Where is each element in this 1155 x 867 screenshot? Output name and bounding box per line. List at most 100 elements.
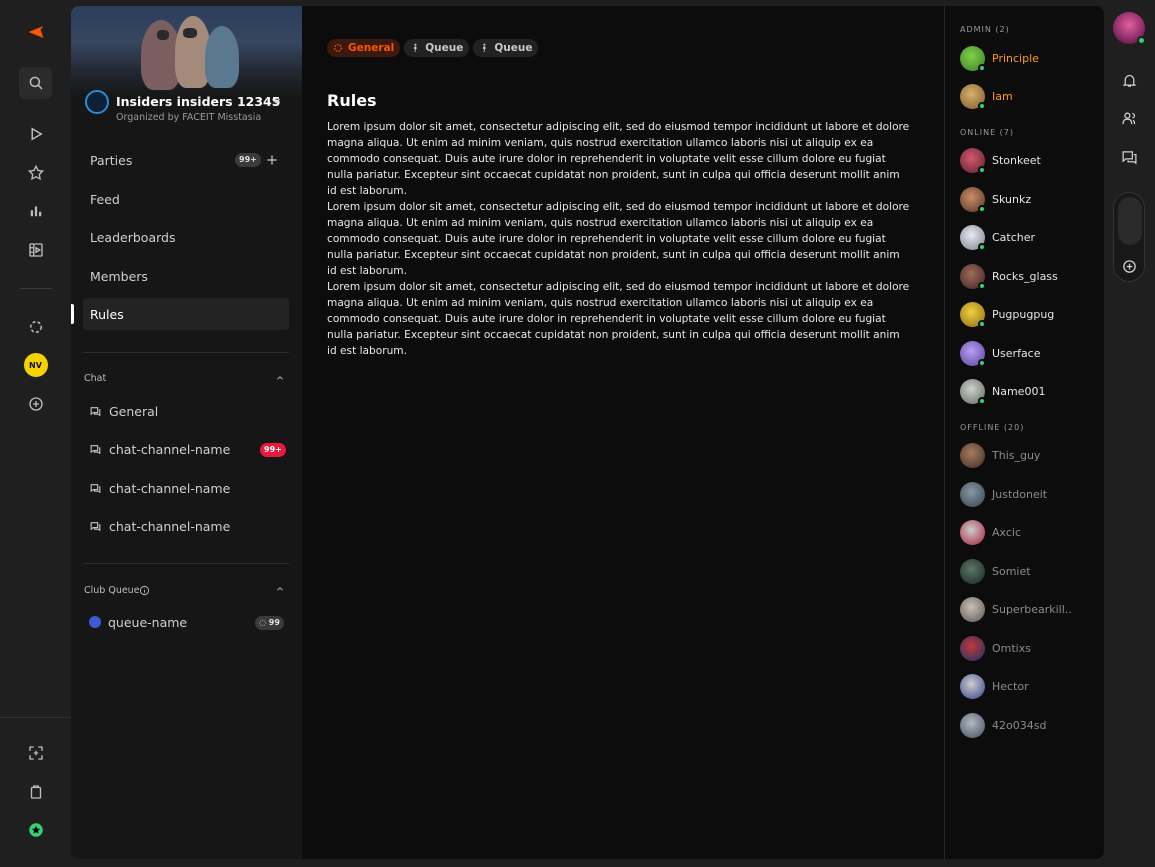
- messages-icon[interactable]: [1119, 147, 1139, 167]
- member-name: Iam: [992, 89, 1013, 103]
- tab-general[interactable]: General: [327, 39, 401, 57]
- search-icon[interactable]: [19, 67, 52, 99]
- member-name: Justdoneit: [992, 487, 1048, 501]
- film-icon[interactable]: [19, 234, 52, 266]
- right-rail: [1104, 0, 1155, 867]
- queue-game-icon: [89, 616, 101, 628]
- avatar: [960, 635, 985, 661]
- member-row[interactable]: Somiet: [960, 558, 1031, 584]
- tab-queue[interactable]: Queue: [473, 39, 539, 57]
- user-avatar[interactable]: [1113, 12, 1146, 45]
- member-row[interactable]: This_guy: [960, 442, 1040, 468]
- queue-ring-icon: [334, 44, 342, 52]
- navi-club-icon[interactable]: NV: [19, 349, 52, 381]
- nav-item-label: Members: [90, 268, 148, 284]
- member-row[interactable]: Principle: [960, 45, 1039, 72]
- rules-paragraph: Lorem ipsum dolor sit amet, consectetur …: [327, 121, 910, 197]
- chat-channel-general[interactable]: General: [89, 401, 158, 421]
- avatar: [960, 712, 985, 738]
- nav-item-members[interactable]: Members: [83, 260, 289, 292]
- sidebar-divider: [83, 563, 289, 564]
- member-row[interactable]: Iam: [960, 83, 1013, 110]
- member-row[interactable]: 42o034sd: [960, 712, 1046, 738]
- avatar: [960, 186, 986, 213]
- avatar: [960, 147, 986, 174]
- add-club-icon[interactable]: [19, 388, 52, 420]
- avatar: [960, 301, 986, 328]
- add-party-icon[interactable]: [265, 153, 279, 167]
- chat-bubble-icon: [90, 483, 101, 493]
- clipboard-icon[interactable]: [19, 776, 52, 808]
- queue-count: 99: [268, 618, 280, 627]
- channel-tabs: General Queue Queue: [327, 39, 539, 57]
- chat-channel-item[interactable]: chat-channel-name: [89, 439, 230, 459]
- nav-item-leaderboards[interactable]: Leaderboards: [83, 221, 289, 253]
- online-header: ONLINE (7): [960, 128, 1015, 137]
- left-rail: NV: [0, 0, 71, 867]
- channel-label: General: [109, 403, 159, 419]
- member-name: Rocks_glass: [992, 269, 1058, 283]
- channel-label: chat-channel-name: [109, 441, 231, 457]
- chat-channel-item[interactable]: chat-channel-name: [89, 478, 230, 498]
- member-name: Name001: [992, 384, 1046, 398]
- member-row[interactable]: Justdoneit: [960, 481, 1047, 507]
- club-header[interactable]: Insiders insiders 12345 Organized by FAC…: [83, 88, 293, 134]
- avatar: [960, 673, 985, 699]
- stats-icon[interactable]: [19, 195, 52, 227]
- avatar: [960, 83, 986, 110]
- chevron-up-icon[interactable]: [275, 584, 285, 594]
- member-row[interactable]: Stonkeet: [960, 147, 1041, 174]
- friends-icon[interactable]: [1119, 108, 1139, 128]
- members-panel: ADMIN (2) Principle Iam ONLINE (7) Stonk…: [944, 6, 1104, 859]
- unread-badge: 99+: [260, 443, 286, 457]
- chat-section-title: Chat: [84, 373, 107, 384]
- queue-item[interactable]: queue-name: [89, 612, 187, 632]
- rail-divider: [20, 288, 52, 289]
- chevron-down-icon[interactable]: [269, 94, 283, 108]
- voice-party-icon: [1118, 197, 1142, 245]
- play-icon[interactable]: [19, 118, 52, 150]
- member-name: 42o034sd: [992, 718, 1047, 732]
- member-row[interactable]: Axcic: [960, 519, 1021, 545]
- member-name: Skunkz: [992, 192, 1032, 206]
- member-row[interactable]: Skunkz: [960, 186, 1032, 213]
- member-row[interactable]: Rocks_glass: [960, 263, 1058, 290]
- player-icon: [413, 43, 417, 53]
- club-banner: [71, 6, 302, 98]
- member-row[interactable]: Omtixs: [960, 635, 1031, 661]
- rail-bottom-divider: [0, 717, 71, 718]
- star-icon[interactable]: [19, 157, 52, 189]
- nav-item-label: Parties: [90, 152, 133, 168]
- active-nav-indicator: [71, 304, 74, 324]
- member-row[interactable]: Userface: [960, 340, 1041, 367]
- info-icon[interactable]: [139, 585, 150, 596]
- member-row[interactable]: Hector: [960, 673, 1029, 699]
- member-row[interactable]: Name001: [960, 378, 1046, 405]
- faceit-logo-icon[interactable]: [19, 16, 52, 48]
- chat-channel-item[interactable]: chat-channel-name: [89, 516, 230, 536]
- add-circle-icon[interactable]: [1119, 256, 1139, 276]
- club-sidebar: Insiders insiders 12345 Organized by FAC…: [71, 6, 302, 859]
- member-row[interactable]: Pugpugpug: [960, 301, 1054, 328]
- page-title: Rules: [327, 91, 377, 110]
- club-queue-icon[interactable]: [19, 311, 52, 343]
- member-name: Stonkeet: [992, 153, 1041, 167]
- member-name: Hector: [992, 679, 1029, 693]
- member-name: Somiet: [992, 564, 1031, 578]
- club-logo: [85, 90, 109, 114]
- member-row[interactable]: Superbearkill..: [960, 596, 1072, 622]
- bell-icon[interactable]: [1119, 70, 1139, 90]
- tab-queue[interactable]: Queue: [404, 39, 470, 57]
- channel-label: chat-channel-name: [109, 480, 231, 496]
- premium-badge-icon[interactable]: [19, 814, 52, 846]
- nav-item-parties[interactable]: Parties 99+: [83, 144, 289, 176]
- member-row[interactable]: Catcher: [960, 224, 1035, 251]
- focus-icon[interactable]: [19, 737, 52, 769]
- parties-count-badge: 99+: [235, 153, 261, 167]
- nav-item-feed[interactable]: Feed: [83, 183, 289, 215]
- member-name: Omtixs: [992, 641, 1031, 655]
- nav-item-rules[interactable]: Rules: [83, 298, 289, 330]
- sidebar-divider: [83, 352, 289, 353]
- admin-header: ADMIN (2): [960, 25, 1010, 34]
- chevron-up-icon[interactable]: [275, 373, 285, 383]
